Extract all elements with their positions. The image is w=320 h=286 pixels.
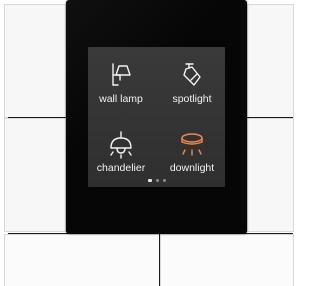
page-dot[interactable] — [155, 179, 159, 182]
wall-tile — [160, 234, 294, 286]
spotlight-button[interactable]: spotlight — [159, 55, 225, 115]
grout-line — [247, 117, 293, 118]
downlight-icon — [159, 130, 225, 160]
spotlight-icon — [159, 61, 225, 91]
spotlight-label: spotlight — [172, 93, 212, 105]
wall-tile — [4, 234, 160, 286]
wall-tile — [4, 118, 66, 232]
wall-tile — [4, 4, 66, 118]
wall-scene: wall lamp spotlight chandelier downlight — [0, 0, 298, 286]
chandelier-icon — [88, 130, 154, 160]
wall-tile — [247, 118, 294, 232]
chandelier-label: chandelier — [96, 162, 146, 174]
grout-line — [159, 234, 160, 286]
wall-lamp-icon — [88, 61, 154, 91]
page-indicator — [88, 179, 225, 182]
wall-tile — [247, 4, 294, 118]
touch-screen: wall lamp spotlight chandelier downlight — [88, 47, 225, 187]
wall-lamp-label: wall lamp — [99, 93, 143, 105]
chandelier-button[interactable]: chandelier — [88, 124, 154, 184]
downlight-button[interactable]: downlight — [159, 124, 225, 184]
page-dot[interactable] — [162, 179, 166, 182]
wall-lamp-button[interactable]: wall lamp — [88, 55, 154, 115]
smart-switch-panel: wall lamp spotlight chandelier downlight — [66, 0, 247, 234]
grout-line — [8, 117, 66, 118]
downlight-label: downlight — [169, 162, 215, 174]
page-dot-active[interactable] — [147, 179, 152, 182]
